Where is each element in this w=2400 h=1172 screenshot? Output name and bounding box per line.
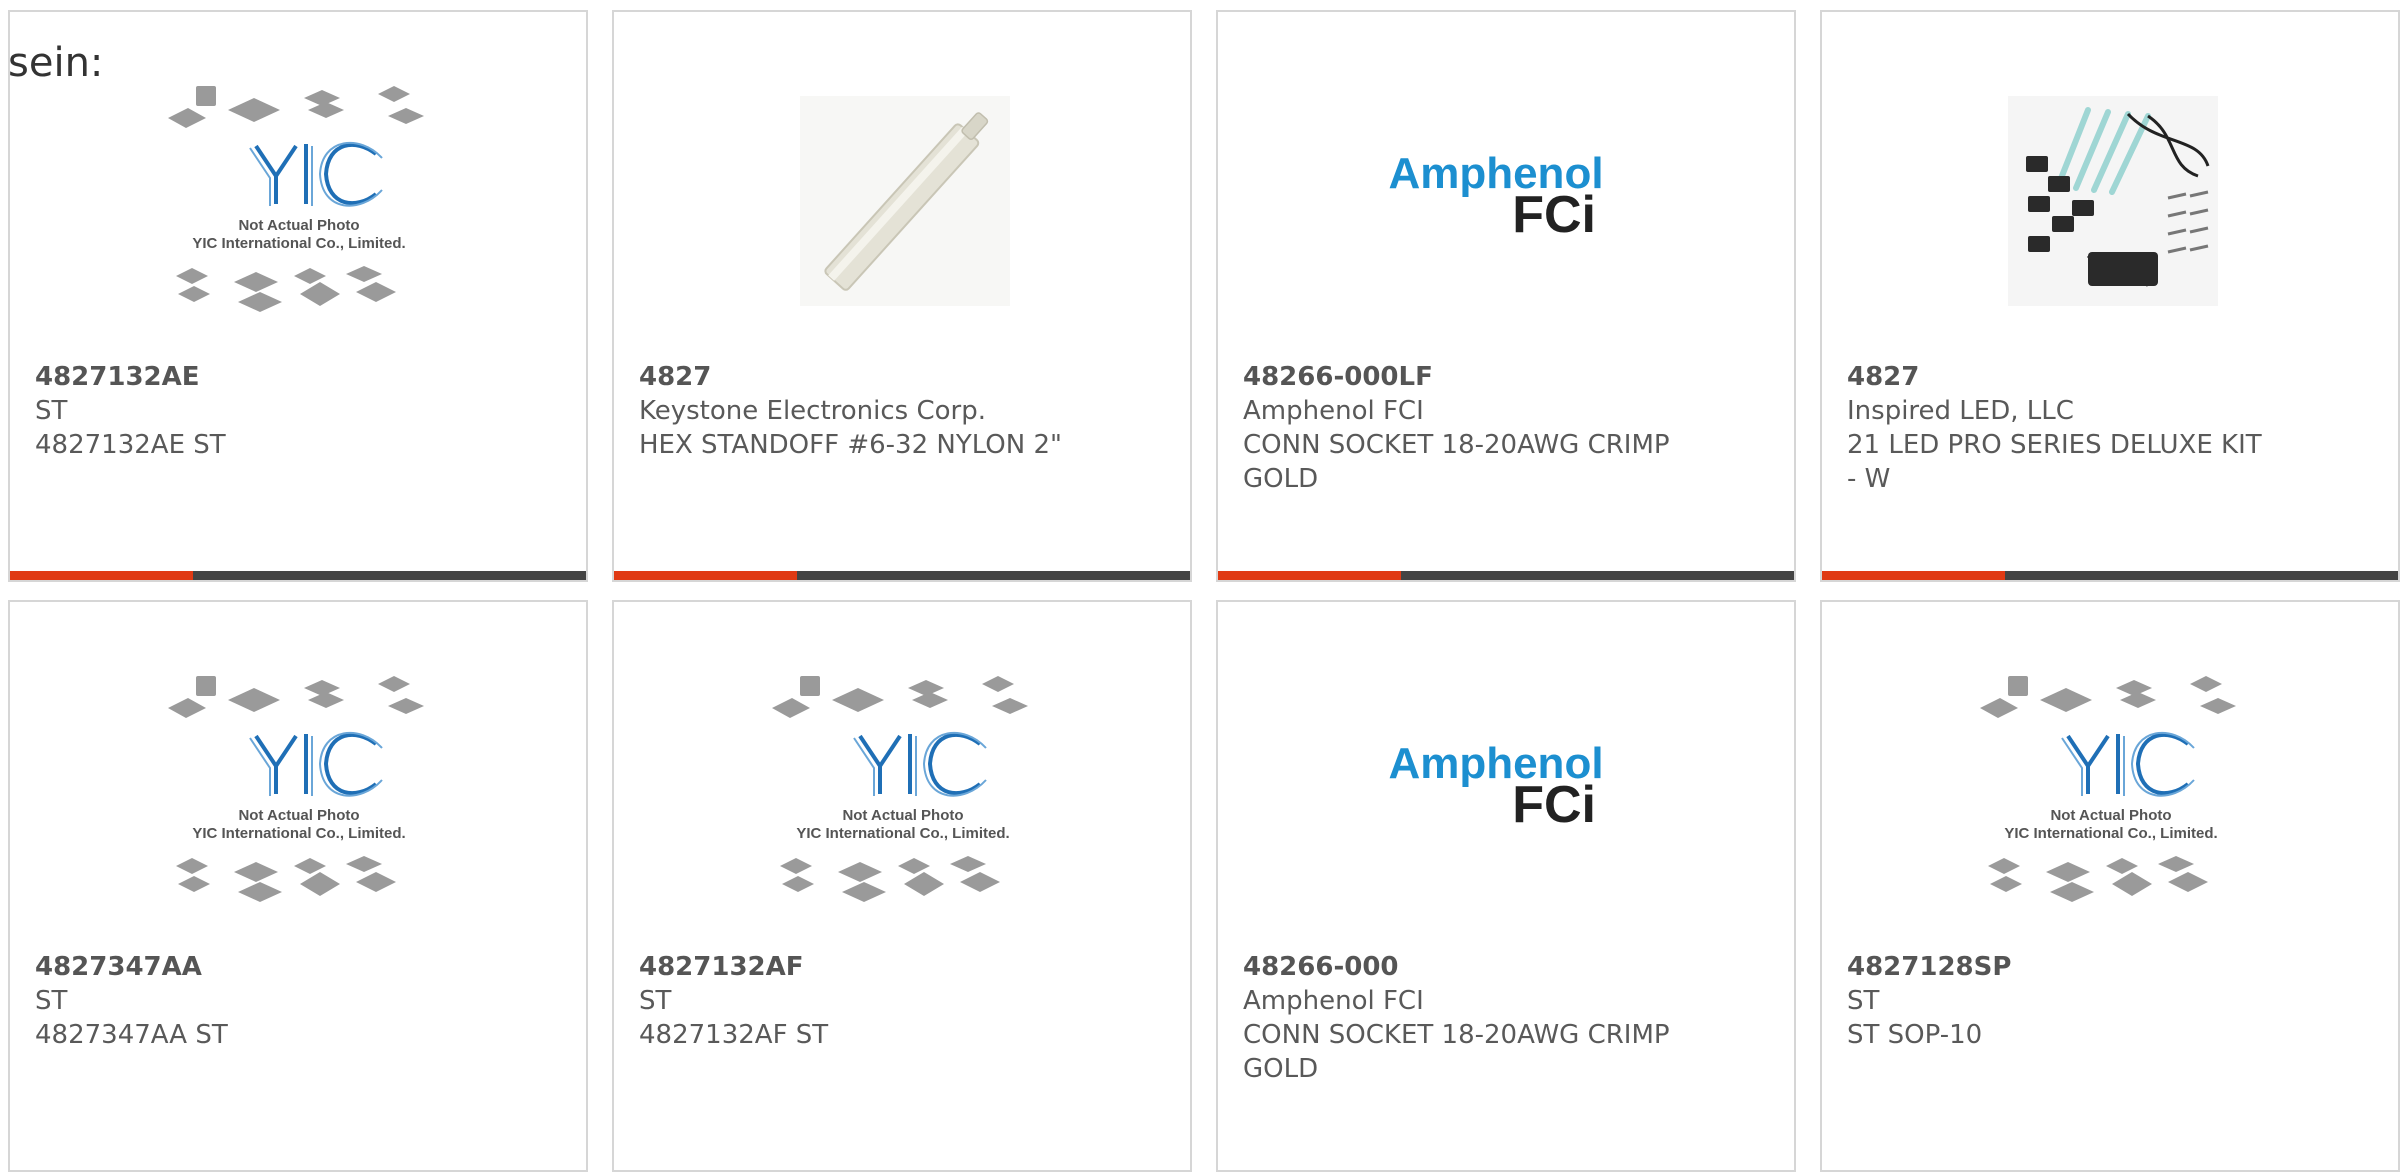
manufacturer: Keystone Electronics Corp. xyxy=(639,396,987,426)
description: CONN SOCKET 18-20AWG CRIMP GOLD xyxy=(1243,1020,1670,1084)
logo-text-line2: FCi xyxy=(1512,776,1596,834)
description: 4827132AF ST xyxy=(639,1020,829,1050)
product-info: 48266-000LF Amphenol FCI CONN SOCKET 18-… xyxy=(1243,360,1763,496)
yic-placeholder-image: Not Actual Photo YIC International Co., … xyxy=(772,676,1028,902)
image-caption-line2: YIC International Co., Limited. xyxy=(2004,825,2217,842)
card-accent-bar xyxy=(1822,571,2005,580)
manufacturer: ST xyxy=(35,396,68,426)
led-kit-image xyxy=(2008,96,2218,306)
description: CONN SOCKET 18-20AWG CRIMP GOLD xyxy=(1243,430,1670,494)
description: 4827132AE ST xyxy=(35,430,226,460)
part-number[interactable]: 48266-000 xyxy=(1243,950,1763,984)
card-bottom-bar xyxy=(10,571,586,580)
product-image[interactable]: Amphenol FCi xyxy=(1364,666,1650,946)
amphenol-logo-image: Amphenol FCi xyxy=(1388,739,1603,834)
logo-text-line2: FCi xyxy=(1512,186,1596,244)
part-number[interactable]: 4827 xyxy=(639,360,1159,394)
manufacturer: Amphenol FCI xyxy=(1243,986,1424,1016)
image-caption-line1: Not Actual Photo xyxy=(842,807,963,824)
product-image[interactable]: Not Actual Photo YIC International Co., … xyxy=(1968,666,2254,946)
manufacturer: ST xyxy=(1847,986,1880,1016)
page-label: sein: xyxy=(8,40,104,86)
product-card[interactable]: Not Actual Photo YIC International Co., … xyxy=(612,600,1192,1172)
product-card[interactable]: Amphenol FCi 48266-000LF Amphenol FCI CO… xyxy=(1216,10,1796,582)
description: ST SOP-10 xyxy=(1847,1020,1983,1050)
image-caption-line1: Not Actual Photo xyxy=(238,807,359,824)
card-accent-bar xyxy=(614,571,797,580)
product-card[interactable]: 4827 Inspired LED, LLC 21 LED PRO SERIES… xyxy=(1820,10,2400,582)
part-number[interactable]: 48266-000LF xyxy=(1243,360,1763,394)
product-card[interactable]: Amphenol FCi 48266-000 Amphenol FCI CONN… xyxy=(1216,600,1796,1172)
image-caption-line1: Not Actual Photo xyxy=(238,217,359,234)
description: 21 LED PRO SERIES DELUXE KIT - W xyxy=(1847,430,2262,494)
yic-placeholder-image: Not Actual Photo YIC International Co., … xyxy=(168,86,424,312)
product-info: 4827 Inspired LED, LLC 21 LED PRO SERIES… xyxy=(1847,360,2367,496)
manufacturer: ST xyxy=(35,986,68,1016)
image-caption-line1: Not Actual Photo xyxy=(2050,807,2171,824)
product-card[interactable]: Not Actual Photo YIC International Co., … xyxy=(8,10,588,582)
product-info: 48266-000 Amphenol FCI CONN SOCKET 18-20… xyxy=(1243,950,1763,1086)
amphenol-logo-image: Amphenol FCi xyxy=(1388,149,1603,244)
manufacturer: Inspired LED, LLC xyxy=(1847,396,2074,426)
card-bottom-bar xyxy=(1822,571,2398,580)
product-card[interactable]: Not Actual Photo YIC International Co., … xyxy=(8,600,588,1172)
image-caption-line2: YIC International Co., Limited. xyxy=(192,235,405,252)
product-image[interactable]: Not Actual Photo YIC International Co., … xyxy=(156,76,442,356)
product-info: 4827128SP ST ST SOP-10 xyxy=(1847,950,2367,1052)
product-grid: Not Actual Photo YIC International Co., … xyxy=(0,0,2400,1172)
description: 4827347AA ST xyxy=(35,1020,228,1050)
product-info: 4827132AE ST 4827132AE ST xyxy=(35,360,555,462)
product-image[interactable]: Not Actual Photo YIC International Co., … xyxy=(760,666,1046,946)
card-bottom-bar xyxy=(614,571,1190,580)
part-number[interactable]: 4827132AE xyxy=(35,360,555,394)
card-accent-bar xyxy=(1218,571,1401,580)
product-info: 4827 Keystone Electronics Corp. HEX STAN… xyxy=(639,360,1159,462)
description: HEX STANDOFF #6-32 NYLON 2" xyxy=(639,430,1062,460)
part-number[interactable]: 4827128SP xyxy=(1847,950,2367,984)
product-info: 4827347AA ST 4827347AA ST xyxy=(35,950,555,1052)
part-number[interactable]: 4827 xyxy=(1847,360,2367,394)
product-card[interactable]: Not Actual Photo YIC International Co., … xyxy=(1820,600,2400,1172)
product-image[interactable]: Not Actual Photo YIC International Co., … xyxy=(156,666,442,946)
image-caption-line2: YIC International Co., Limited. xyxy=(796,825,1009,842)
nylon-standoff-image xyxy=(800,96,1010,306)
product-image[interactable] xyxy=(1968,76,2254,356)
yic-placeholder-image: Not Actual Photo YIC International Co., … xyxy=(168,676,424,902)
product-info: 4827132AF ST 4827132AF ST xyxy=(639,950,1159,1052)
manufacturer: ST xyxy=(639,986,672,1016)
product-card[interactable]: 4827 Keystone Electronics Corp. HEX STAN… xyxy=(612,10,1192,582)
card-accent-bar xyxy=(10,571,193,580)
part-number[interactable]: 4827132AF xyxy=(639,950,1159,984)
product-image[interactable] xyxy=(760,76,1046,356)
yic-placeholder-image: Not Actual Photo YIC International Co., … xyxy=(1980,676,2236,902)
image-caption-line2: YIC International Co., Limited. xyxy=(192,825,405,842)
manufacturer: Amphenol FCI xyxy=(1243,396,1424,426)
product-image[interactable]: Amphenol FCi xyxy=(1364,76,1650,356)
part-number[interactable]: 4827347AA xyxy=(35,950,555,984)
card-bottom-bar xyxy=(1218,571,1794,580)
